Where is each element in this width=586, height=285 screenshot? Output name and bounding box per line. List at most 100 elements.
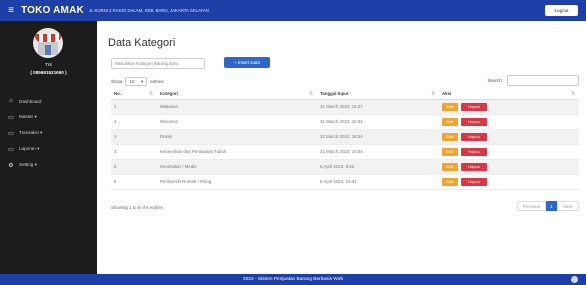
monitor-icon: ▭ [8, 114, 14, 121]
sidebar-item-master[interactable]: ▭ Master ▾ [0, 109, 97, 125]
cell-tanggal: 6 April 2023, 8:52 [317, 159, 439, 175]
column-header-tanggal[interactable]: Tanggal Input ⇅ [317, 88, 439, 100]
cell-no: 2 [111, 114, 157, 130]
sort-icon: ⇅ [431, 90, 435, 96]
new-category-input[interactable]: Masukkan Kategori Barang Baru [111, 58, 205, 69]
table-row: 5 Kesehatan / Medis 6 April 2023, 8:52 E… [111, 159, 579, 175]
dashboard-icon: ⌂ [9, 98, 13, 104]
page-1-button[interactable]: 1 [546, 201, 557, 211]
entries-label: entries [150, 79, 164, 84]
cell-tanggal: 31 March 2023, 15:54 [317, 144, 439, 160]
insert-data-button[interactable]: + Insert Data [224, 57, 270, 68]
edit-button[interactable]: Edit [442, 162, 458, 171]
category-table: No. ⇅ Kategori ⇅ Tanggal Input ⇅ Aksi ⇅ 1 Ma… [111, 88, 579, 190]
top-navbar: ≡ TOKO AMAK JL KURNI 3 RADIO DALAM, KEB.… [0, 0, 586, 21]
next-page-button[interactable]: Next [557, 201, 579, 211]
cell-no: 6 [111, 174, 157, 190]
sidebar-item-setting[interactable]: ⚙ Setting ▾ [0, 157, 97, 173]
user-name: Tnt [45, 62, 52, 67]
brand-title: TOKO AMAK [21, 5, 84, 16]
cell-tanggal: 6 April 2023, 15:31 [317, 174, 439, 190]
cell-aksi: Edit Hapus [439, 114, 579, 130]
cell-no: 1 [111, 99, 157, 115]
cell-kategori: Minuman [157, 114, 317, 130]
edit-button[interactable]: Edit [442, 102, 458, 111]
previous-page-button[interactable]: Previous [517, 201, 546, 211]
cell-kategori: Makanan [157, 99, 317, 115]
sidebar-item-transaksi[interactable]: ▭ Transaksi ▾ [0, 125, 97, 141]
footer-text: 2023 - Sistem Penjualan Barang Berbasis … [242, 277, 344, 282]
cell-kategori: Rokok [157, 129, 317, 145]
sidebar-item-laporan[interactable]: ▭ Laporan ▾ [0, 141, 97, 157]
pagination: Previous 1 Next [517, 201, 579, 211]
cell-aksi: Edit Hapus [439, 159, 579, 175]
delete-button[interactable]: Hapus [461, 162, 487, 171]
cell-tanggal: 31 March 2023, 15:54 [317, 114, 439, 130]
cell-no: 3 [111, 129, 157, 145]
search-label: Search: [487, 78, 503, 83]
chevron-down-icon: ▾ [140, 78, 144, 84]
delete-button[interactable]: Hapus [461, 132, 487, 141]
edit-button[interactable]: Edit [442, 117, 458, 126]
cell-kategori: Kebersihan dan Perawatan Tubuh [157, 144, 317, 160]
store-avatar [33, 28, 63, 58]
column-header-no[interactable]: No. ⇅ [111, 88, 157, 100]
table-row: 2 Minuman 31 March 2023, 15:54 Edit Hapus [111, 114, 579, 130]
edit-button[interactable]: Edit [442, 177, 458, 186]
entries-select[interactable]: 10 ▾ [125, 77, 148, 86]
show-label: Show [111, 79, 123, 84]
entries-length-control: Show 10 ▾ entries [111, 77, 164, 86]
cell-no: 5 [111, 159, 157, 175]
cell-kategori: Pembersih Rumah / Piring [157, 174, 317, 190]
sidebar-item-label: Transaksi ▾ [19, 130, 43, 135]
delete-button[interactable]: Hapus [461, 102, 487, 111]
cell-aksi: Edit Hapus [439, 99, 579, 115]
sidebar-item-label: Setting ▾ [19, 162, 37, 167]
monitor-icon: ▭ [8, 146, 14, 153]
menu-icon[interactable]: ≡ [4, 5, 18, 16]
table-row: 3 Rokok 31 March 2023, 15:54 Edit Hapus [111, 129, 579, 145]
cell-aksi: Edit Hapus [439, 144, 579, 160]
delete-button[interactable]: Hapus [461, 177, 487, 186]
monitor-icon: ▭ [8, 130, 14, 137]
cell-kategori: Kesehatan / Medis [157, 159, 317, 175]
cell-no: 4 [111, 144, 157, 160]
main-content: Data Kategori Masukkan Kategori Barang B… [97, 21, 586, 274]
search-input[interactable] [507, 75, 579, 86]
table-info: Showing 1 to 6 of 6 entries [111, 205, 163, 210]
sidebar-item-dashboard[interactable]: ⌂ Dashboard [0, 93, 97, 109]
sidebar-item-label: Laporan ▾ [19, 146, 40, 151]
entries-select-value: 10 [129, 79, 135, 84]
table-row: 1 Makanan 31 March 2023, 14:27 Edit Hapus [111, 99, 579, 115]
footer: 2023 - Sistem Penjualan Barang Berbasis … [0, 274, 586, 285]
cell-aksi: Edit Hapus [439, 174, 579, 190]
cell-tanggal: 31 March 2023, 14:27 [317, 99, 439, 115]
edit-button[interactable]: Edit [442, 147, 458, 156]
sort-icon: ⇅ [149, 90, 153, 96]
table-header-row: No. ⇅ Kategori ⇅ Tanggal Input ⇅ Aksi ⇅ [111, 88, 579, 100]
store-address: JL KURNI 3 RADIO DALAM, KEB. BARU, JAKAR… [88, 8, 209, 13]
delete-button[interactable]: Hapus [461, 117, 487, 126]
gear-icon: ⚙ [8, 162, 14, 169]
table-search: Search: [487, 75, 579, 86]
cell-aksi: Edit Hapus [439, 129, 579, 145]
sidebar-item-label: Master ▾ [19, 114, 37, 119]
sort-icon: ⇅ [571, 90, 575, 96]
delete-button[interactable]: Hapus [461, 147, 487, 156]
sidebar: Tnt ( 085691521690 ) ⌂ Dashboard ▭ Maste… [0, 21, 97, 274]
sort-icon: ⇅ [309, 90, 313, 96]
column-header-aksi[interactable]: Aksi ⇅ [439, 88, 579, 100]
table-row: 6 Pembersih Rumah / Piring 6 April 2023,… [111, 174, 579, 190]
column-header-kategori[interactable]: Kategori ⇅ [157, 88, 317, 100]
shop-awning-shape [35, 34, 61, 42]
user-phone: ( 085691521690 ) [30, 70, 67, 75]
sidebar-item-label: Dashboard [19, 98, 42, 104]
table-row: 4 Kebersihan dan Perawatan Tubuh 31 Marc… [111, 144, 579, 160]
shop-door-shape [45, 45, 51, 55]
logout-button[interactable]: Logout [545, 5, 578, 16]
scroll-top-icon[interactable] [571, 276, 578, 283]
page-title: Data Kategori [108, 37, 176, 49]
sidebar-nav: ⌂ Dashboard ▭ Master ▾ ▭ Transaksi ▾ ▭ L… [0, 93, 97, 173]
edit-button[interactable]: Edit [442, 132, 458, 141]
cell-tanggal: 31 March 2023, 15:54 [317, 129, 439, 145]
